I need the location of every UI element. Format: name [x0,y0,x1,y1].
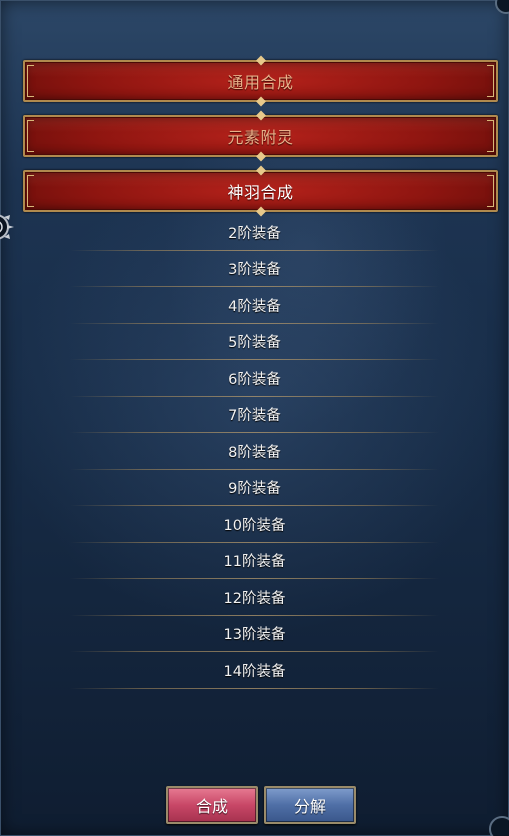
list-item[interactable]: 13阶装备 [0,616,509,652]
list-item-label: 3阶装备 [228,262,281,279]
button-frame-left [27,120,34,152]
list-item-label: 5阶装备 [228,335,281,352]
category-button-general-synthesis[interactable]: 通用合成 [23,60,498,102]
list-item-label: 11阶装备 [223,554,286,571]
corner-ornament-bottom-right [489,816,509,836]
list-item-label: 2阶装备 [228,225,281,242]
list-item[interactable]: 3阶装备 [0,251,509,287]
button-frame-left [27,175,34,207]
decompose-button-label: 分解 [293,797,326,816]
list-item-label: 13阶装备 [223,627,286,644]
list-item[interactable]: 9阶装备 [0,470,509,506]
divider [70,687,439,689]
compose-button[interactable]: 合成 [166,786,258,824]
list-item-label: 7阶装备 [228,408,281,425]
list-item[interactable]: 14阶装备 [0,652,509,689]
synthesis-panel: 通用合成 元素附灵 神羽合成 2阶装备 3阶装备 4阶装备 5阶装备 6阶装备 … [0,0,509,836]
button-frame-right [487,65,494,97]
list-item-label: 6阶装备 [228,371,281,388]
list-item[interactable]: 10阶装备 [0,506,509,543]
list-item-label: 10阶装备 [223,517,286,534]
decompose-button[interactable]: 分解 [264,786,356,824]
compose-button-label: 合成 [195,797,228,816]
list-item[interactable]: 2阶装备 [0,214,509,251]
button-frame-left [27,65,34,97]
equipment-tier-list: 2阶装备 3阶装备 4阶装备 5阶装备 6阶装备 7阶装备 8阶装备 9阶装备 … [0,214,509,689]
category-label: 元素附灵 [227,128,294,147]
list-item-label: 9阶装备 [228,481,281,498]
list-item[interactable]: 8阶装备 [0,433,509,470]
category-label: 通用合成 [227,73,294,92]
list-item[interactable]: 4阶装备 [0,287,509,324]
category-label: 神羽合成 [227,183,294,202]
corner-ornament-top-right [495,0,509,14]
list-item[interactable]: 6阶装备 [0,360,509,397]
list-item[interactable]: 12阶装备 [0,579,509,616]
category-button-element-enchant[interactable]: 元素附灵 [23,115,498,157]
list-item-label: 8阶装备 [228,444,281,461]
list-item-label: 4阶装备 [228,298,281,315]
list-item-label: 12阶装备 [223,590,286,607]
list-item[interactable]: 11阶装备 [0,543,509,579]
list-item-label: 14阶装备 [223,663,286,680]
list-item[interactable]: 5阶装备 [0,324,509,360]
category-button-divine-feather-synthesis[interactable]: 神羽合成 [23,170,498,212]
button-frame-right [487,120,494,152]
list-item[interactable]: 7阶装备 [0,397,509,433]
button-frame-right [487,175,494,207]
